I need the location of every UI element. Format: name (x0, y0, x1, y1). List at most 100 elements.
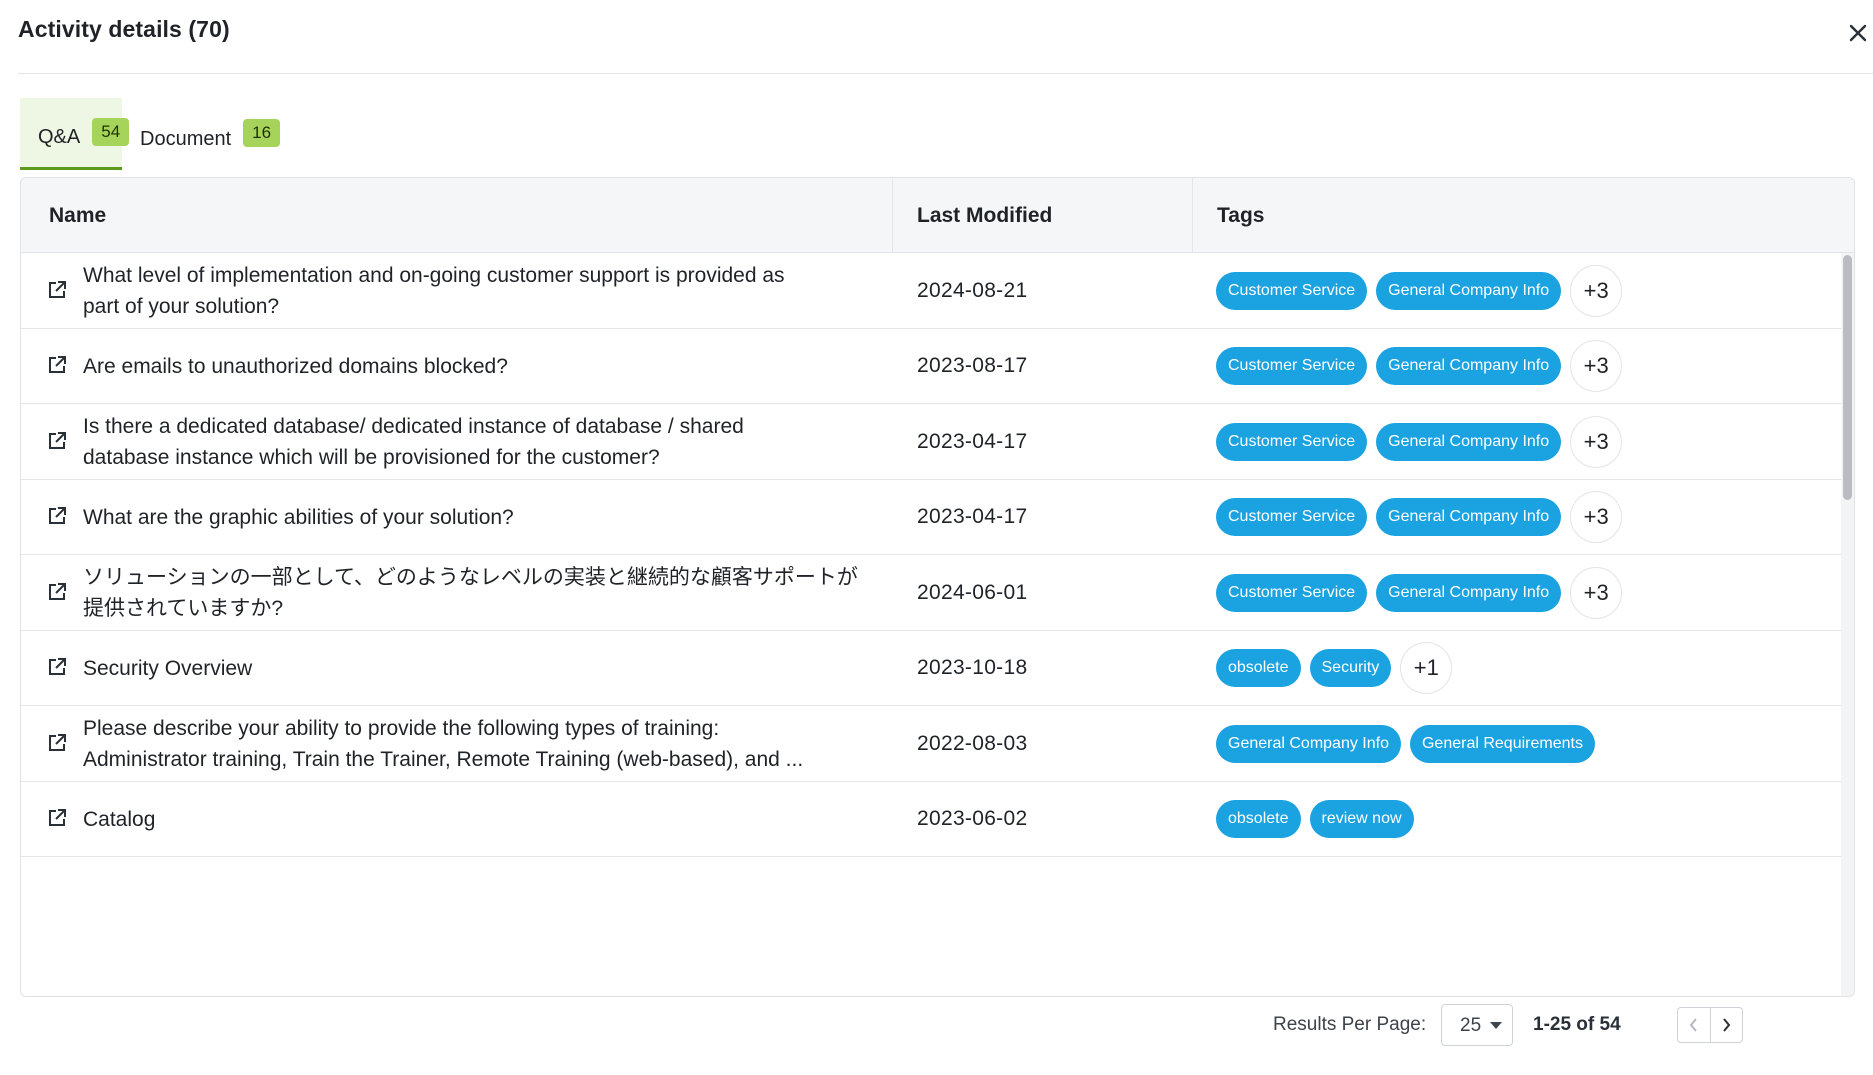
row-name-text: What level of implementation and on-goin… (83, 260, 785, 322)
row-last-modified: 2023-04-17 (917, 429, 1028, 453)
row-name[interactable]: Are emails to unauthorized domains block… (83, 329, 883, 405)
row-last-modified: 2022-08-03 (917, 731, 1028, 755)
chevron-right-icon (1723, 1018, 1731, 1032)
row-name-line: Is there a dedicated database/ dedicated… (83, 414, 744, 438)
row-name[interactable]: Please describe your ability to provide … (83, 706, 883, 782)
close-button[interactable] (1843, 18, 1873, 48)
next-page-button[interactable] (1709, 1008, 1742, 1042)
open-in-new-icon[interactable] (47, 582, 69, 604)
tag-chip[interactable]: Security (1309, 649, 1392, 688)
row-name[interactable]: ソリューションの一部として、どのようなレベルの実装と継続的な顧客サポートが 提供さ… (83, 555, 883, 631)
open-in-new-icon[interactable] (47, 657, 69, 679)
previous-page-button[interactable] (1678, 1008, 1710, 1042)
row-name-text: Are emails to unauthorized domains block… (83, 351, 508, 382)
row-name-line: part of your solution? (83, 294, 280, 318)
table-header: Name Last Modified Tags (21, 178, 1854, 253)
more-tags-button[interactable]: +3 (1570, 264, 1623, 317)
tag-chip[interactable]: General Company Info (1376, 573, 1562, 612)
activity-table: Name Last Modified Tags What level of im… (20, 177, 1855, 997)
chevron-left-icon (1689, 1018, 1697, 1032)
open-in-new-icon[interactable] (47, 431, 69, 453)
column-header-tags[interactable]: Tags (1217, 178, 1264, 253)
tag-chip[interactable]: Customer Service (1216, 498, 1368, 537)
results-per-page-label: Results Per Page: (1273, 1014, 1427, 1035)
column-divider (1192, 178, 1193, 253)
tag-chip[interactable]: General Requirements (1409, 724, 1595, 763)
row-name-line: What level of implementation and on-goin… (83, 263, 785, 287)
tag-chip[interactable]: General Company Info (1216, 724, 1401, 763)
row-name[interactable]: What level of implementation and on-goin… (83, 253, 883, 329)
row-name-line: Security Overview (83, 656, 253, 680)
row-name-line: database instance which will be provisio… (83, 445, 660, 469)
table-row[interactable]: ソリューションの一部として、どのようなレベルの実装と継続的な顧客サポートが 提供さ… (21, 555, 1841, 631)
table-row[interactable]: Please describe your ability to provide … (21, 706, 1841, 782)
tag-chip[interactable]: obsolete (1216, 800, 1301, 839)
tag-chip[interactable]: Customer Service (1216, 422, 1368, 461)
more-tags-button[interactable]: +3 (1570, 415, 1623, 468)
table-row[interactable]: Catalog 2023-06-02 obsolete review now (21, 781, 1841, 858)
pagination-nav (1677, 1007, 1743, 1043)
results-per-page-select[interactable]: 25 (1441, 1004, 1513, 1046)
activity-details-modal: Activity details (70) Q&A 54 Document 16… (0, 0, 1873, 1075)
row-tags: obsolete Security +1 (1216, 631, 1453, 707)
open-in-new-icon[interactable] (47, 808, 69, 830)
row-name[interactable]: Is there a dedicated database/ dedicated… (83, 404, 883, 480)
column-divider (892, 178, 893, 253)
open-in-new-icon[interactable] (47, 280, 69, 302)
table-row[interactable]: Is there a dedicated database/ dedicated… (21, 404, 1841, 480)
more-tags-button[interactable]: +3 (1570, 491, 1623, 544)
row-name-line: 提供されていますか? (83, 596, 284, 620)
column-header-last-modified[interactable]: Last Modified (917, 178, 1052, 253)
open-in-new-icon[interactable] (47, 733, 69, 755)
row-last-modified: 2023-10-18 (917, 656, 1028, 680)
more-tags-button[interactable]: +1 (1400, 642, 1453, 695)
tag-chip[interactable]: Customer Service (1216, 271, 1368, 310)
row-name-text: Is there a dedicated database/ dedicated… (83, 411, 744, 473)
row-tags: Customer Service General Company Info +3 (1216, 404, 1623, 480)
tag-chip[interactable]: Customer Service (1216, 347, 1368, 386)
row-last-modified: 2023-06-02 (917, 807, 1028, 831)
row-name-line: Administrator training, Train the Traine… (83, 747, 804, 771)
scrollbar-thumb[interactable] (1843, 255, 1852, 500)
row-tags: Customer Service General Company Info +3 (1216, 329, 1623, 405)
tag-chip[interactable]: General Company Info (1376, 422, 1562, 461)
row-name-line: ソリューションの一部として、どのようなレベルの実装と継続的な顧客サポートが (83, 565, 858, 589)
tab-qa-label: Q&A (38, 126, 81, 148)
tag-chip[interactable]: obsolete (1216, 649, 1301, 688)
row-tags: Customer Service General Company Info +3 (1216, 253, 1623, 329)
table-row[interactable]: What level of implementation and on-goin… (21, 253, 1841, 329)
chevron-down-icon (1490, 1022, 1502, 1029)
table-row[interactable]: Are emails to unauthorized domains block… (21, 328, 1841, 405)
row-last-modified: 2023-04-17 (917, 505, 1028, 529)
row-last-modified: 2023-08-17 (917, 354, 1028, 378)
pagination-range: 1-25 of 54 (1533, 1014, 1621, 1035)
row-name[interactable]: Security Overview (83, 631, 883, 707)
table-row[interactable]: What are the graphic abilities of your s… (21, 479, 1841, 556)
tab-qa[interactable]: Q&A 54 (20, 98, 130, 170)
more-tags-button[interactable]: +3 (1570, 566, 1623, 619)
tab-document[interactable]: Document 16 (122, 98, 282, 170)
table-scrollbar[interactable] (1841, 253, 1854, 996)
row-tags: General Company Info General Requirements (1216, 706, 1595, 782)
row-last-modified: 2024-06-01 (917, 580, 1028, 604)
more-tags-button[interactable]: +3 (1570, 340, 1623, 393)
row-name[interactable]: What are the graphic abilities of your s… (83, 480, 883, 556)
tag-chip[interactable]: General Company Info (1376, 271, 1562, 310)
row-name[interactable]: Catalog (83, 782, 883, 858)
tag-chip[interactable]: Customer Service (1216, 573, 1368, 612)
modal-header: Activity details (70) (18, 0, 1873, 74)
row-name-line: Catalog (83, 807, 156, 831)
open-in-new-icon[interactable] (47, 506, 69, 528)
table-row[interactable]: Security Overview 2023-10-18 obsolete Secur… (21, 630, 1841, 707)
row-last-modified: 2024-08-21 (917, 278, 1028, 302)
tag-chip[interactable]: General Company Info (1376, 498, 1562, 537)
close-icon (1849, 24, 1867, 42)
tag-chip[interactable]: review now (1309, 800, 1414, 839)
row-name-text: What are the graphic abilities of your s… (83, 502, 514, 533)
tag-chip[interactable]: General Company Info (1376, 347, 1562, 386)
modal-title: Activity details (70) (18, 16, 230, 42)
pagination: Results Per Page: 25 1-25 of 54 (1273, 1004, 1813, 1046)
open-in-new-icon[interactable] (47, 355, 69, 377)
column-header-name[interactable]: Name (49, 178, 106, 253)
row-name-text: Security Overview (83, 653, 252, 684)
